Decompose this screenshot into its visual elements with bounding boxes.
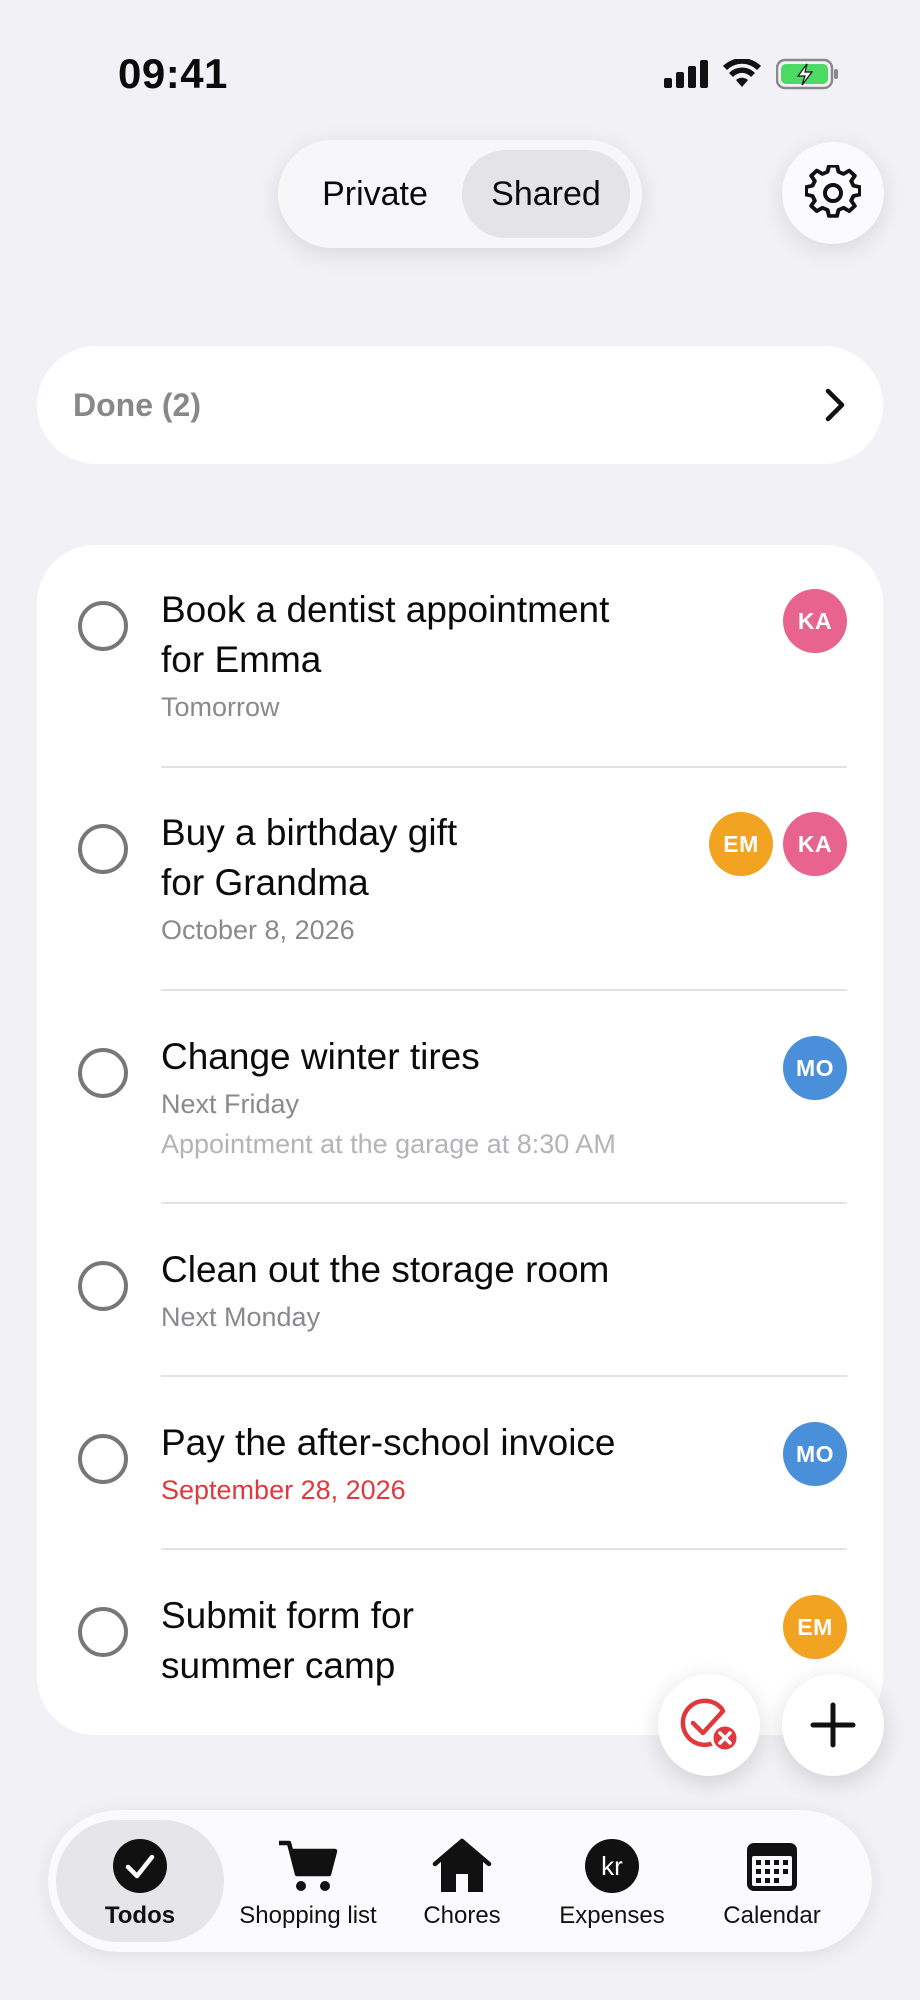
divider [161,1202,847,1204]
calendar-icon [741,1838,803,1894]
todo-text: Buy a birthday gift for Grandma October 8… [161,808,681,950]
todo-title: Change winter tires [161,1036,480,1077]
todo-assignees: EM [783,1595,847,1659]
todo-due-date: Next Monday [161,1302,321,1332]
tab-shopping-list[interactable]: Shopping list [224,1820,392,1942]
status-bar: 09:41 [0,0,920,150]
todo-checkbox[interactable] [78,1048,128,1098]
todo-assignees: KA [783,589,847,653]
tab-label-chores: Chores [423,1902,501,1929]
house-icon [431,1838,493,1894]
tab-bar: Todos Shopping list Chores kr Expenses C… [48,1810,872,1952]
todo-text: Pay the after-school invoice September 28… [161,1418,681,1510]
todo-checkbox[interactable] [78,1434,128,1484]
todo-checkbox[interactable] [78,1607,128,1657]
status-icons [664,58,840,90]
todo-note: Appointment at the garage at 8:30 AM [161,1129,616,1159]
add-todo-button[interactable] [782,1674,884,1776]
done-section[interactable]: Done (2) [37,346,883,464]
todo-title: Book a dentist appointment for Emma [161,589,610,680]
todo-due-date-overdue: September 28, 2026 [161,1475,406,1505]
divider [161,1375,847,1377]
todo-checkbox[interactable] [78,824,128,874]
clear-completed-button[interactable] [658,1674,760,1776]
kr-icon-text: kr [601,1851,623,1881]
avatar: EM [783,1595,847,1659]
done-label: Done (2) [73,386,201,423]
status-time: 09:41 [118,50,228,97]
signal-icon [664,60,708,88]
todo-due-date: Next Friday [161,1089,300,1119]
todo-checkbox[interactable] [78,601,128,651]
todo-title: Clean out the storage room [161,1249,610,1290]
segment-shared[interactable]: Shared [462,150,630,238]
tab-label-expenses: Expenses [559,1902,665,1929]
tab-label-todos: Todos [104,1902,176,1929]
todo-title: Buy a birthday gift for Grandma [161,812,458,903]
kr-coin-icon: kr [581,1838,643,1894]
todo-title: Submit form for summer camp [161,1595,414,1686]
divider [161,1548,847,1550]
plus-icon [810,1702,856,1748]
todo-due-date: Tomorrow [161,692,280,722]
check-circle-icon [109,1838,171,1894]
check-clear-icon [680,1698,740,1753]
tab-label-shopping-list: Shopping list [239,1902,377,1929]
todo-text: Book a dentist appointment for Emma Tomor… [161,585,681,727]
avatar: MO [783,1422,847,1486]
todo-title: Pay the after-school invoice [161,1422,616,1463]
todo-assignees: EM KA [709,812,847,876]
segment-private[interactable]: Private [288,150,462,238]
chevron-right-icon [825,388,845,422]
avatar: KA [783,589,847,653]
todo-due-date: October 8, 2026 [161,915,355,945]
todo-text: Clean out the storage room Next Monday [161,1245,681,1337]
divider [161,989,847,991]
wifi-icon [723,59,761,87]
todo-assignees: MO [783,1422,847,1486]
avatar: MO [783,1036,847,1100]
settings-button[interactable] [782,142,884,244]
avatar: KA [783,812,847,876]
todo-text: Submit form for summer camp [161,1591,681,1691]
avatar: EM [709,812,773,876]
todo-checkbox[interactable] [78,1261,128,1311]
battery-charging-icon [776,58,838,90]
todo-list: Book a dentist appointment for Emma Tomor… [37,545,883,1735]
todo-assignees: MO [783,1036,847,1100]
tab-label-calendar: Calendar [723,1902,821,1929]
cart-icon [277,1838,339,1894]
tab-chores[interactable]: Chores [392,1820,532,1942]
tab-calendar[interactable]: Calendar [692,1820,852,1942]
todo-text: Change winter tires Next Friday Appointmen… [161,1032,681,1164]
tab-expenses[interactable]: kr Expenses [532,1820,692,1942]
gear-icon [805,165,861,218]
private-shared-toggle: Private Shared [278,140,642,248]
divider [161,766,847,768]
tab-todos[interactable]: Todos [56,1820,224,1942]
